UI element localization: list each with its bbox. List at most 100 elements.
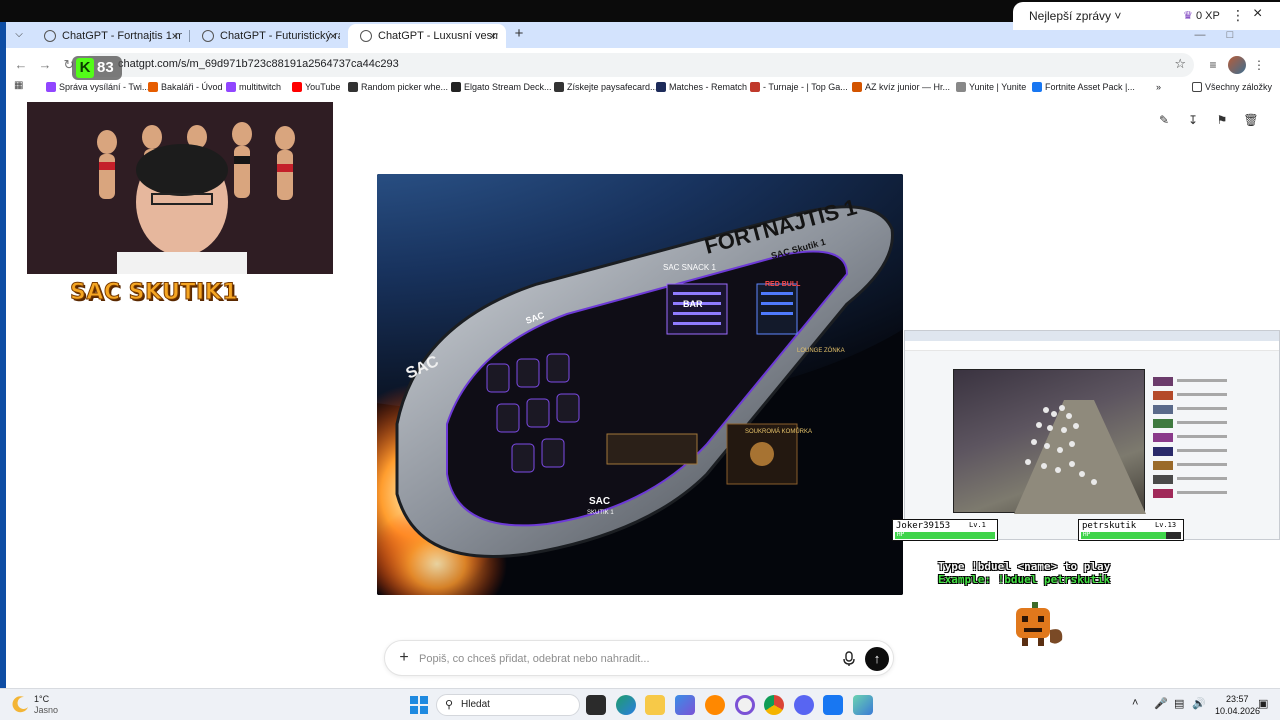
media-controls-icon[interactable]: ≡: [1204, 56, 1222, 74]
duel-right-hp-label: HP: [1083, 531, 1091, 538]
more-options-icon[interactable]: ⋮: [1231, 7, 1245, 24]
mini-video-player: [953, 369, 1146, 514]
tab-luxusni-vesmirna-lod[interactable]: ChatGPT - Luxusní vesmírná loď ×: [348, 24, 506, 48]
tab-fortnajtis-mri[interactable]: ChatGPT - Fortnajtis 1 míří k M ×: [32, 24, 188, 48]
tab-search-chevron-icon[interactable]: ⌵: [10, 26, 28, 44]
taskbar-search[interactable]: ⚲ Hledat: [436, 694, 580, 716]
komorka-label-text: SOUKROMÁ KOMŮRKA: [745, 428, 812, 435]
delete-trash-icon[interactable]: 🗑: [1243, 112, 1259, 128]
tab-title: ChatGPT - Futuristický raketový: [220, 30, 340, 42]
photos-icon[interactable]: [705, 695, 725, 715]
microphone-icon[interactable]: [841, 650, 857, 668]
close-icon[interactable]: ×: [486, 24, 500, 48]
bookmark-favicon-icon: [348, 82, 358, 92]
bookmark-item[interactable]: Fortnite Asset Pack |...: [1032, 80, 1135, 94]
app-icon[interactable]: [853, 695, 873, 715]
volume-icon[interactable]: 🔊: [1192, 697, 1206, 710]
bookmark-item[interactable]: Získejte paysafecard...: [554, 80, 658, 94]
bookmark-label: Bakaláři - Úvod: [161, 82, 223, 92]
bookmark-label: Yunite | Yunite: [969, 82, 1027, 92]
clock-time[interactable]: 23:57: [1226, 694, 1249, 704]
weather-temperature[interactable]: 1°C: [34, 694, 49, 704]
discord-icon[interactable]: [794, 695, 814, 715]
bookmark-item[interactable]: AZ kvíz junior — Hr...: [852, 80, 950, 94]
kick-viewer-counter: K 83: [72, 56, 122, 80]
bookmark-label: AZ kvíz junior — Hr...: [865, 82, 951, 92]
close-icon[interactable]: ×: [326, 24, 340, 48]
mini-video-list: [1153, 371, 1253, 521]
bookmark-item[interactable]: Elgato Stream Deck...: [451, 80, 552, 94]
task-view-icon[interactable]: [586, 695, 606, 715]
bookmark-item[interactable]: - Turnaje - | Top Ga...: [750, 80, 848, 94]
file-explorer-icon[interactable]: [645, 695, 665, 715]
tray-overflow-chevron-icon[interactable]: ˄: [1132, 697, 1138, 709]
chat-input[interactable]: [419, 649, 819, 669]
bookmark-favicon-icon: [656, 82, 666, 92]
attach-plus-icon[interactable]: +: [395, 649, 413, 667]
bookmark-favicon-icon: [852, 82, 862, 92]
news-dropdown[interactable]: Nejlepší zprávy ˅: [1029, 9, 1121, 23]
mini-list-item: [1153, 405, 1253, 415]
tab-futuristicky-raketovy[interactable]: ChatGPT - Futuristický raketový ×: [190, 24, 346, 48]
address-bar[interactable]: chatgpt.com/s/m_69d971b723c88191a2564737…: [84, 53, 1194, 77]
report-flag-icon[interactable]: ⚑: [1214, 112, 1230, 128]
chatgpt-icon: [360, 30, 372, 42]
bookmark-star-icon[interactable]: ☆: [1174, 56, 1186, 72]
bookmark-item[interactable]: Správa vysílání - Twi...: [46, 80, 149, 94]
bookmark-item[interactable]: YouTube: [292, 80, 340, 94]
bookmark-label: Získejte paysafecard...: [567, 82, 658, 92]
windows-start-icon[interactable]: [410, 696, 428, 714]
moon-weather-icon[interactable]: [12, 695, 30, 713]
close-icon[interactable]: ×: [168, 24, 182, 48]
mini-list-item: [1153, 447, 1253, 457]
duel-right-hp-bar: HP: [1081, 531, 1181, 539]
weather-description[interactable]: Jasno: [34, 705, 58, 715]
url-text[interactable]: chatgpt.com/s/m_69d971b723c88191a2564737…: [118, 58, 399, 70]
edit-image-icon[interactable]: ✎: [1156, 112, 1172, 128]
taskbar-search-label: Hledat: [461, 699, 490, 710]
duel-right-name: petrskutik: [1082, 521, 1137, 531]
clock-date[interactable]: 10.04.2026: [1215, 706, 1260, 716]
facebook-icon[interactable]: [823, 695, 843, 715]
obs-icon[interactable]: [735, 695, 755, 715]
bookmark-item[interactable]: Matches - Rematch: [656, 80, 747, 94]
notification-bell-icon[interactable]: ▣: [1258, 697, 1272, 713]
close-icon[interactable]: ×: [1253, 5, 1262, 23]
bookmark-item[interactable]: Random picker whe...: [348, 80, 448, 94]
apps-grid-icon[interactable]: ▦: [14, 81, 24, 91]
bookmark-item[interactable]: multitwitch: [226, 80, 281, 94]
spaceship-illustration: FORTNAJTIS 1 SAC Skutik 1 SAC SAC SAC SN…: [377, 174, 903, 595]
mini-tabstrip: [905, 331, 1279, 341]
chrome-icon[interactable]: [764, 695, 784, 715]
duel-player-right: petrskutik Lv.13 HP: [1078, 519, 1184, 541]
send-button[interactable]: ↑: [865, 647, 889, 671]
bookmark-item[interactable]: Yunite | Yunite: [956, 80, 1026, 94]
generated-spaceship-image[interactable]: FORTNAJTIS 1 SAC Skutik 1 SAC SAC SAC SN…: [377, 174, 903, 595]
network-icon[interactable]: ▤: [1174, 697, 1184, 710]
floor-sac-text: SAC: [589, 496, 610, 507]
navigation-bar: ← → ↻ chatgpt.com/s/m_69d971b723c88191a2…: [6, 48, 1280, 82]
bookmark-label: - Turnaje - | Top Ga...: [763, 82, 848, 92]
forward-icon[interactable]: →: [36, 56, 54, 74]
kick-count: 83: [97, 59, 114, 76]
duel-right-hp-fill: [1081, 532, 1166, 539]
bookmark-favicon-icon: [46, 82, 56, 92]
bookmark-item[interactable]: Bakaláři - Úvod: [148, 80, 223, 94]
back-icon[interactable]: ←: [12, 56, 30, 74]
duel-right-level: Lv.13: [1155, 521, 1177, 529]
microphone-tray-icon[interactable]: 🎤: [1154, 697, 1168, 710]
profile-avatar[interactable]: [1228, 56, 1246, 74]
edge-icon[interactable]: [616, 695, 636, 715]
xp-value: 0 XP: [1195, 10, 1220, 22]
download-icon[interactable]: ↧: [1185, 112, 1201, 128]
all-bookmarks-button[interactable]: Všechny záložky: [1192, 80, 1272, 94]
bookmark-label: Matches - Rematch: [669, 82, 748, 92]
bookmarks-overflow-icon[interactable]: »: [1156, 80, 1161, 94]
mini-list-item: [1153, 391, 1253, 401]
new-tab-button[interactable]: +: [510, 26, 528, 44]
embedded-stream-screenshot: [904, 330, 1280, 540]
xp-counter[interactable]: ♛ 0 XP: [1183, 9, 1220, 22]
store-icon[interactable]: [675, 695, 695, 715]
browser-menu-icon[interactable]: ⋮: [1250, 56, 1268, 74]
duel-example: Example: !bduel petrskutik: [938, 573, 1111, 586]
